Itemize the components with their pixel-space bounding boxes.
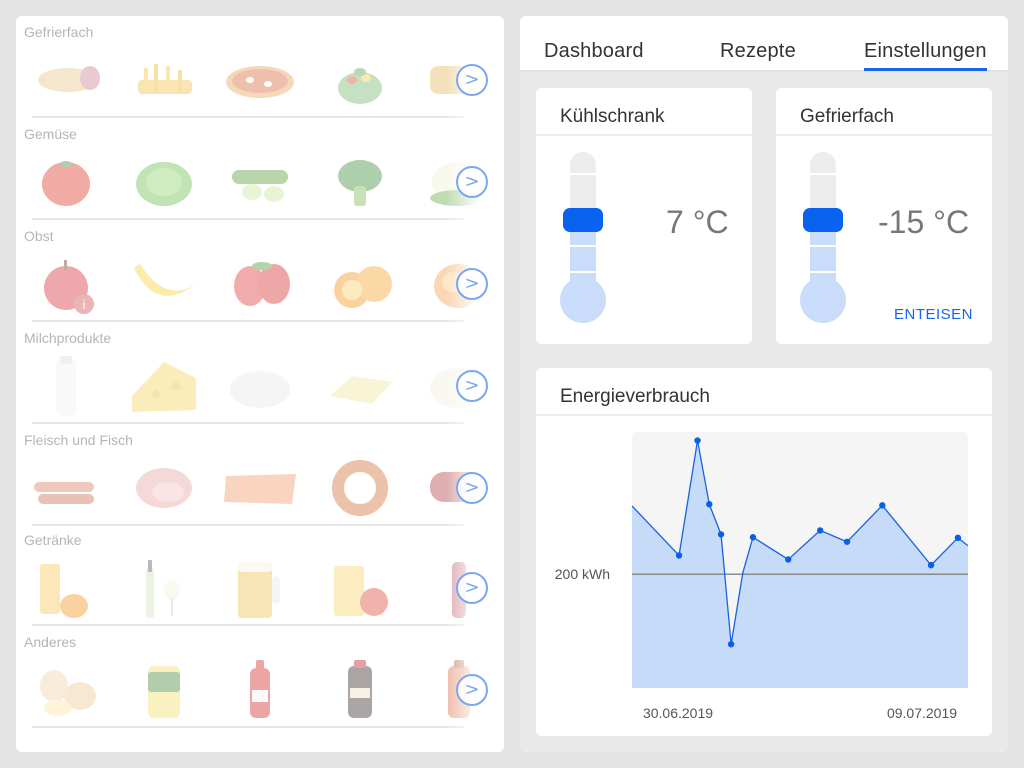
category-title: Anderes	[24, 634, 77, 650]
divider	[32, 726, 464, 728]
category-row: Obst i >	[16, 220, 504, 322]
reference-line-label: 200 kWh	[555, 566, 610, 582]
sausages-icon[interactable]	[28, 458, 104, 518]
mustard-icon[interactable]	[126, 660, 202, 720]
divider	[776, 134, 992, 136]
category-row: Gemüse >	[16, 118, 504, 220]
x-tick-label-end: 09.07.2019	[887, 705, 957, 721]
data-point	[816, 527, 824, 534]
cucumber-icon[interactable]	[222, 152, 298, 212]
energy-card: Energieverbrauch 200 kWh 30.06.2019 09.0…	[536, 368, 992, 736]
ketchup-icon[interactable]	[222, 660, 298, 720]
freezer-slider-handle	[803, 208, 843, 232]
tab-dashboard[interactable]: Dashboard	[544, 40, 644, 63]
category-row: Getränke >	[16, 524, 504, 626]
fridge-title: Kühlschrank	[560, 106, 665, 127]
fries-icon[interactable]	[126, 50, 202, 110]
food-item-list	[28, 50, 490, 110]
orange-juice-icon[interactable]	[28, 558, 104, 618]
data-point	[749, 534, 757, 541]
tab-einstellungen[interactable]: Einstellungen	[864, 40, 987, 71]
strawberry-icon[interactable]	[222, 254, 298, 314]
scroll-next-button[interactable]: >	[456, 472, 488, 504]
data-point	[785, 556, 792, 563]
apple-juice-icon[interactable]	[322, 558, 398, 618]
data-point	[717, 531, 725, 538]
food-category-panel: Gefrierfach > Gemüse > Obst i > Milchprodukte > F…	[16, 16, 504, 752]
category-row: Anderes >	[16, 626, 504, 728]
soy-sauce-icon[interactable]	[322, 660, 398, 720]
category-title: Gemüse	[24, 126, 77, 142]
fridge-thermometer-slider[interactable]	[558, 150, 608, 330]
category-title: Getränke	[24, 532, 82, 548]
wrap-icon[interactable]	[28, 50, 104, 110]
freezer-title: Gefrierfach	[800, 106, 894, 127]
tab-rezepte[interactable]: Rezepte	[720, 40, 796, 63]
butter-icon[interactable]	[322, 356, 398, 416]
milk-icon[interactable]	[28, 356, 104, 416]
data-point	[954, 534, 962, 542]
category-row: Milchprodukte >	[16, 322, 504, 424]
tomato-icon[interactable]	[28, 152, 104, 212]
data-point	[727, 640, 735, 648]
category-title: Milchprodukte	[24, 330, 112, 346]
food-item-list	[28, 152, 486, 212]
scroll-next-button[interactable]: >	[456, 674, 488, 706]
scroll-next-button[interactable]: >	[456, 572, 488, 604]
cheese-icon[interactable]	[126, 356, 202, 416]
fridge-card: Kühlschrank 7 °C	[536, 88, 752, 344]
svg-text:i: i	[83, 297, 86, 312]
pizza-icon[interactable]	[222, 50, 298, 110]
apple-icon[interactable]: i	[28, 254, 104, 314]
food-item-list	[28, 356, 486, 416]
scroll-next-button[interactable]: >	[456, 166, 488, 198]
salad-icon[interactable]	[322, 50, 398, 110]
data-point	[706, 501, 713, 508]
food-item-list	[28, 558, 468, 618]
ham-icon[interactable]	[126, 458, 202, 518]
category-title: Obst	[24, 228, 54, 244]
freezer-card: Gefrierfach -15 °C ENTEISEN	[776, 88, 992, 344]
data-point	[879, 502, 886, 509]
divider	[536, 134, 752, 136]
fridge-temperature: 7 °C	[666, 204, 729, 240]
beer-icon[interactable]	[222, 558, 298, 618]
data-point	[927, 561, 935, 569]
scroll-next-button[interactable]: >	[456, 370, 488, 402]
data-point	[675, 552, 683, 559]
data-point	[843, 538, 851, 545]
lettuce-icon[interactable]	[126, 152, 202, 212]
wine-icon[interactable]	[126, 558, 202, 618]
freezer-temperature: -15 °C	[878, 204, 970, 240]
freezer-thermometer-slider[interactable]	[798, 150, 848, 330]
ring-sausage-icon[interactable]	[322, 458, 398, 518]
fridge-slider-handle	[563, 208, 603, 232]
tab-bar: Dashboard Rezepte Einstellungen	[520, 16, 1008, 72]
energy-chart: 200 kWh 30.06.2019 09.07.2019	[555, 432, 969, 721]
food-item-list	[28, 458, 486, 518]
yogurt-icon[interactable]	[222, 356, 298, 416]
food-item-list: i	[28, 254, 482, 314]
orange-icon[interactable]	[322, 254, 398, 314]
settings-panel: Dashboard Rezepte Einstellungen Kühlschr…	[520, 16, 1008, 752]
eggs-icon[interactable]	[28, 660, 104, 720]
scroll-next-button[interactable]: >	[456, 268, 488, 300]
category-row: Fleisch und Fisch >	[16, 424, 504, 526]
food-item-list	[28, 660, 470, 720]
defrost-button[interactable]: ENTEISEN	[894, 306, 973, 323]
category-title: Fleisch und Fisch	[24, 432, 133, 448]
category-title: Gefrierfach	[24, 24, 94, 40]
data-point	[694, 437, 701, 444]
salmon-icon[interactable]	[222, 458, 298, 518]
x-tick-label-start: 30.06.2019	[643, 705, 713, 721]
category-row: Gefrierfach >	[16, 16, 504, 118]
banana-icon[interactable]	[126, 254, 202, 314]
broccoli-icon[interactable]	[322, 152, 398, 212]
scroll-next-button[interactable]: >	[456, 64, 488, 96]
